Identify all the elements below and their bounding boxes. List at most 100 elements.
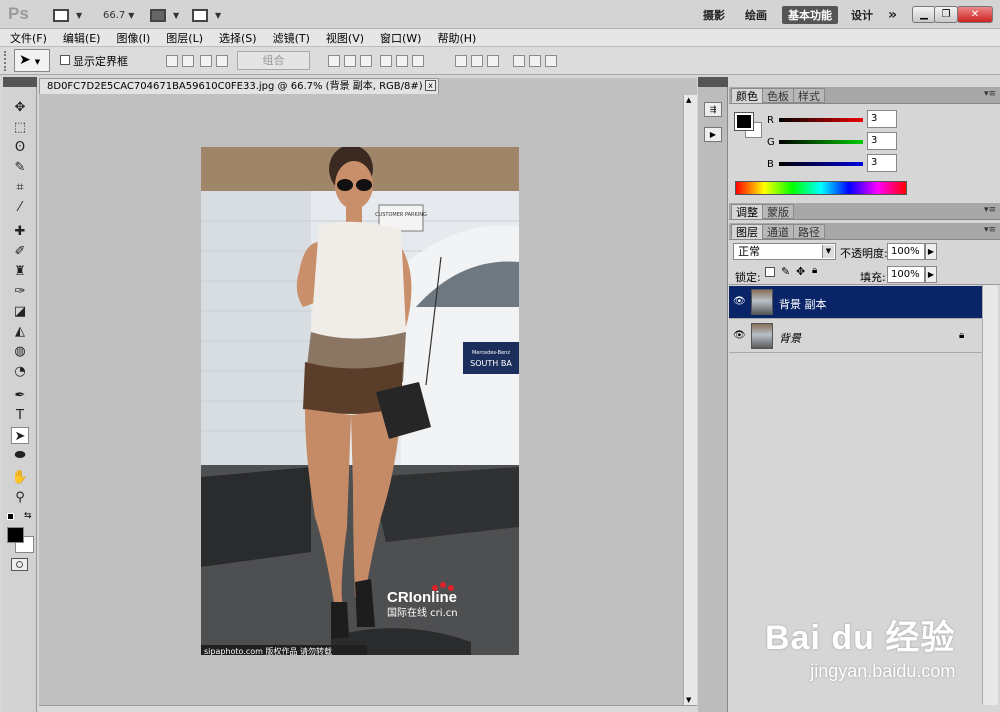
workspace-photography[interactable]: 摄影 <box>697 6 731 24</box>
lasso-tool-icon[interactable]: ʘ <box>11 139 29 156</box>
path-selection-tool-icon[interactable]: ➤ <box>11 427 29 444</box>
dodge-tool-icon[interactable]: ◔ <box>11 363 29 380</box>
menu-filter[interactable]: 滤镜(T) <box>273 30 310 46</box>
shape-add-icon[interactable] <box>182 55 194 67</box>
move-tool-icon[interactable]: ✥ <box>11 99 29 116</box>
opacity-slider-button[interactable]: ▶ <box>925 243 937 260</box>
menu-help[interactable]: 帮助(H) <box>437 30 476 46</box>
layers-scrollbar[interactable] <box>982 285 998 705</box>
lock-transparent-icon[interactable] <box>765 267 775 277</box>
launch-bridge-dropdown[interactable]: ▼ <box>53 7 82 23</box>
ellipse-tool-icon[interactable]: ⬬ <box>11 447 29 464</box>
quick-select-tool-icon[interactable]: ✎ <box>11 159 29 176</box>
hand-tool-icon[interactable]: ✋ <box>11 469 29 486</box>
menu-select[interactable]: 选择(S) <box>219 30 257 46</box>
restore-button[interactable]: ❐ <box>934 6 958 23</box>
crop-tool-icon[interactable]: ⌗ <box>11 179 29 196</box>
zoom-tool-icon[interactable]: ⚲ <box>11 489 29 506</box>
blend-mode-select[interactable]: 正常 ▼ <box>733 243 836 260</box>
opacity-input[interactable]: 100% <box>887 243 925 260</box>
panel-menu-icon[interactable]: ▾≡ <box>984 225 996 235</box>
close-window-button[interactable]: ✕ <box>957 6 993 23</box>
menu-window[interactable]: 窗口(W) <box>380 30 421 46</box>
combine-button[interactable]: 组合 <box>237 51 310 70</box>
actions-panel-icon[interactable]: ▶ <box>704 127 722 142</box>
lock-all-icon[interactable]: 🔒︎ <box>812 265 817 276</box>
swap-colors-icon[interactable]: ⇆ <box>24 511 32 521</box>
green-channel-input[interactable]: 3 <box>867 132 897 150</box>
healing-brush-tool-icon[interactable]: ✚ <box>11 223 29 240</box>
lock-position-icon[interactable]: ✥ <box>796 265 805 278</box>
distribute-hcenter-icon[interactable] <box>529 55 541 67</box>
type-tool-icon[interactable]: T <box>11 407 29 424</box>
foreground-color-swatch[interactable] <box>7 527 24 543</box>
layer-name[interactable]: 背景 <box>779 330 801 346</box>
tab-masks[interactable]: 蒙版 <box>762 204 794 219</box>
eyedropper-tool-icon[interactable]: ⁄ <box>11 199 29 216</box>
workspace-painting[interactable]: 绘画 <box>739 6 773 24</box>
lock-pixels-icon[interactable]: ✎ <box>781 265 790 278</box>
brush-tool-icon[interactable]: ✐ <box>11 243 29 260</box>
red-channel-slider[interactable] <box>779 118 863 122</box>
eye-icon[interactable]: 👁︎ <box>733 330 746 342</box>
blue-channel-slider[interactable] <box>779 162 863 166</box>
layer-row-background[interactable]: 👁︎ 背景 🔒︎ <box>729 320 982 353</box>
close-document-icon[interactable]: x <box>425 80 436 91</box>
distribute-left-icon[interactable] <box>513 55 525 67</box>
show-transform-controls-checkbox[interactable] <box>60 55 70 65</box>
scroll-down-icon[interactable]: ▼ <box>686 696 691 704</box>
quick-mask-icon[interactable] <box>11 558 28 571</box>
options-grip[interactable] <box>4 51 8 71</box>
paint-bucket-tool-icon[interactable]: ◭ <box>11 323 29 340</box>
eraser-tool-icon[interactable]: ◪ <box>11 303 29 320</box>
menu-image[interactable]: 图像(I) <box>116 30 150 46</box>
history-panel-icon[interactable]: ⇶ <box>704 102 722 117</box>
tab-adjustments[interactable]: 调整 <box>731 204 763 219</box>
distribute-vcenter-icon[interactable] <box>471 55 483 67</box>
shape-intersect-icon[interactable] <box>216 55 228 67</box>
align-right-icon[interactable] <box>412 55 424 67</box>
default-colors-icon[interactable] <box>7 513 14 520</box>
workspace-design[interactable]: 设计 <box>845 6 879 24</box>
workspace-essentials[interactable]: 基本功能 <box>782 6 838 24</box>
panel-menu-icon[interactable]: ▾≡ <box>984 205 996 215</box>
dock-header[interactable] <box>698 77 728 87</box>
red-channel-input[interactable]: 3 <box>867 110 897 128</box>
color-panel-foreground-swatch[interactable] <box>734 112 754 131</box>
eye-icon[interactable]: 👁︎ <box>733 296 746 308</box>
tab-color[interactable]: 颜色 <box>731 88 763 103</box>
align-vcenter-icon[interactable] <box>344 55 356 67</box>
align-left-icon[interactable] <box>380 55 392 67</box>
zoom-level-dropdown[interactable]: 66.7 ▼ <box>103 7 134 23</box>
pen-tool-icon[interactable]: ✒ <box>11 387 29 404</box>
menu-layer[interactable]: 图层(L) <box>166 30 203 46</box>
arrange-documents-dropdown[interactable]: ▼ <box>150 7 179 23</box>
align-hcenter-icon[interactable] <box>396 55 408 67</box>
document-image[interactable]: CUSTOMER PARKING Mercedes-Benz SOUTH BA … <box>201 147 519 655</box>
screen-mode-dropdown[interactable]: ▼ <box>192 7 221 23</box>
vertical-scrollbar[interactable]: ▲ ▼ <box>683 95 697 705</box>
tool-preset-picker[interactable]: ➤ ▼ <box>14 49 50 72</box>
menu-edit[interactable]: 编辑(E) <box>63 30 101 46</box>
layer-name[interactable]: 背景 副本 <box>779 296 827 312</box>
clone-stamp-tool-icon[interactable]: ♜ <box>11 263 29 280</box>
blur-tool-icon[interactable]: ◍ <box>11 343 29 360</box>
document-tab[interactable]: 8D0FC7D2E5CAC704671BA59610C0FE33.jpg @ 6… <box>39 78 439 94</box>
fill-input[interactable]: 100% <box>887 266 925 283</box>
green-channel-slider[interactable] <box>779 140 863 144</box>
history-brush-tool-icon[interactable]: ✑ <box>11 283 29 300</box>
tab-swatches[interactable]: 色板 <box>762 88 794 103</box>
scroll-up-icon[interactable]: ▲ <box>686 96 691 104</box>
minimize-button[interactable]: ▁ <box>912 6 936 23</box>
align-bottom-icon[interactable] <box>360 55 372 67</box>
color-spectrum-bar[interactable] <box>735 181 907 195</box>
align-top-icon[interactable] <box>328 55 340 67</box>
menu-file[interactable]: 文件(F) <box>10 30 47 46</box>
tab-paths[interactable]: 路径 <box>793 224 825 239</box>
shape-subtract-icon[interactable] <box>200 55 212 67</box>
menu-view[interactable]: 视图(V) <box>326 30 364 46</box>
distribute-bottom-icon[interactable] <box>487 55 499 67</box>
blue-channel-input[interactable]: 3 <box>867 154 897 172</box>
tools-panel-header[interactable] <box>3 77 37 87</box>
shape-new-icon[interactable] <box>166 55 178 67</box>
